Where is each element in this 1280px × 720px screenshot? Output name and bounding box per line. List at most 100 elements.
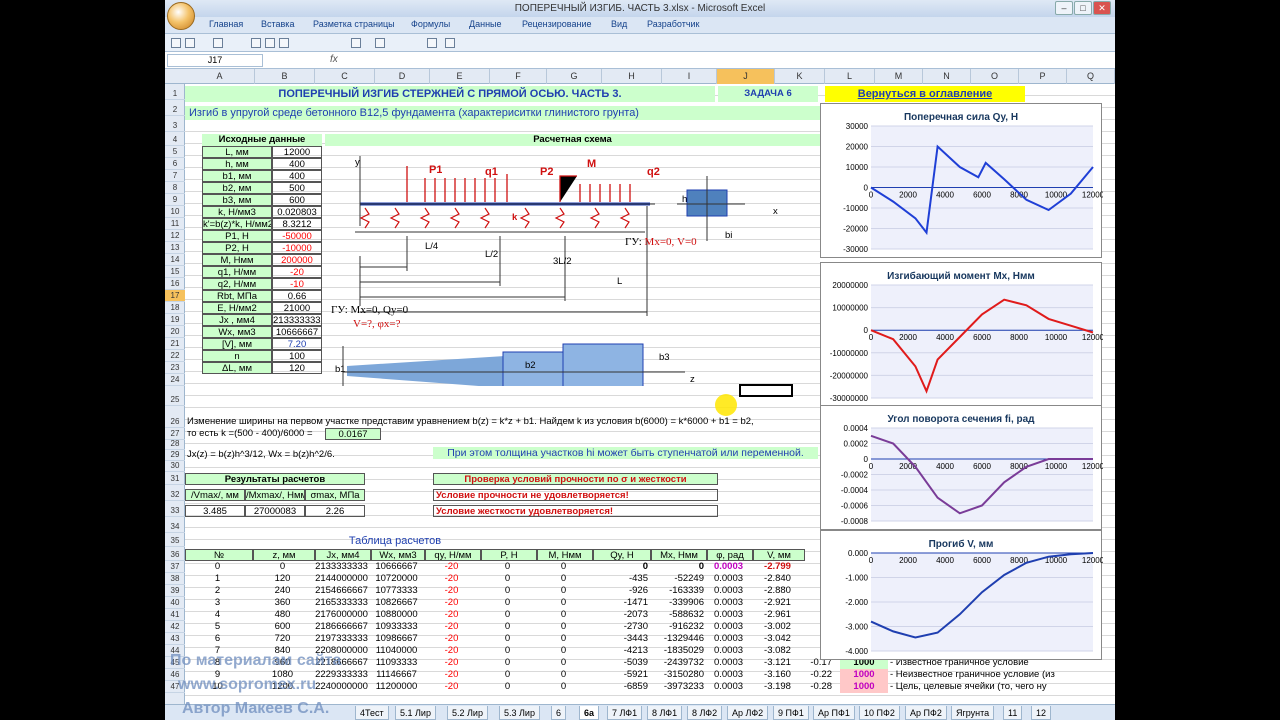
name-box[interactable]: J17 — [167, 54, 263, 67]
tab-Ар-ЛФ2[interactable]: Ар ЛФ2 — [727, 706, 769, 720]
tab-view[interactable]: Вид — [611, 19, 627, 29]
row-header-15[interactable]: 15 — [165, 266, 185, 278]
close-button[interactable]: ✕ — [1093, 1, 1111, 15]
column-header-m[interactable]: M — [875, 69, 923, 84]
input-value[interactable]: -20 — [272, 266, 322, 278]
table-icon[interactable] — [279, 38, 289, 48]
maximize-button[interactable]: □ — [1074, 1, 1092, 15]
row-header-9[interactable]: 9 — [165, 194, 185, 206]
column-header-k[interactable]: K — [775, 69, 825, 84]
tab-Ягрунта[interactable]: Ягрунта — [951, 706, 995, 720]
grid-icon[interactable] — [265, 38, 275, 48]
row-header-23[interactable]: 23 — [165, 362, 185, 374]
tab-formulas[interactable]: Формулы — [411, 19, 450, 29]
column-header-h[interactable]: H — [602, 69, 662, 84]
undo-icon[interactable] — [185, 38, 195, 48]
image-icon[interactable] — [351, 38, 361, 48]
row-header-11[interactable]: 11 — [165, 218, 185, 230]
column-header-i[interactable]: I — [662, 69, 717, 84]
row-header-7[interactable]: 7 — [165, 170, 185, 182]
print-icon[interactable] — [427, 38, 437, 48]
input-value[interactable]: 10666667 — [272, 326, 322, 338]
tab-Ар-ПФ2[interactable]: Ар ПФ2 — [905, 706, 947, 720]
row-header-43[interactable]: 43 — [165, 633, 185, 645]
row-header-33[interactable]: 33 — [165, 505, 185, 517]
tab-5.1-Лир[interactable]: 5.1 Лир — [395, 706, 436, 720]
row-header-14[interactable]: 14 — [165, 254, 185, 266]
input-value[interactable]: 600 — [272, 194, 322, 206]
tab-6[interactable]: 6 — [551, 706, 567, 720]
fx-icon[interactable]: fx — [330, 54, 338, 65]
input-value[interactable]: 400 — [272, 158, 322, 170]
office-button-icon[interactable] — [167, 2, 195, 30]
input-value[interactable]: 8.3212 — [272, 218, 322, 230]
row-header-17[interactable]: 17 — [165, 290, 185, 302]
tab-4Тест[interactable]: 4Тест — [355, 706, 389, 720]
input-value[interactable]: 200000 — [272, 254, 322, 266]
row-header-22[interactable]: 22 — [165, 350, 185, 362]
row-header-26[interactable]: 26 — [165, 416, 185, 428]
tab-5.3-Лир[interactable]: 5.3 Лир — [499, 706, 540, 720]
tab-review[interactable]: Рецензирование — [522, 19, 592, 29]
tab-home[interactable]: Главная — [209, 19, 243, 29]
row-header-24[interactable]: 24 — [165, 374, 185, 386]
row-header-3[interactable]: 3 — [165, 120, 185, 132]
row-header-20[interactable]: 20 — [165, 326, 185, 338]
shapes-icon[interactable] — [375, 38, 385, 48]
selected-cell[interactable] — [739, 384, 793, 397]
row-header-30[interactable]: 30 — [165, 460, 185, 472]
column-header-o[interactable]: O — [971, 69, 1019, 84]
tab-Ар-ПФ1[interactable]: Ар ПФ1 — [813, 706, 855, 720]
row-header-1[interactable]: 1 — [165, 88, 185, 100]
row-header-41[interactable]: 41 — [165, 609, 185, 621]
brush-icon[interactable] — [445, 38, 455, 48]
tab-developer[interactable]: Разработчик — [647, 19, 699, 29]
tab-8-ЛФ1[interactable]: 8 ЛФ1 — [647, 706, 683, 720]
tab-insert[interactable]: Вставка — [261, 19, 294, 29]
row-header-25[interactable]: 25 — [165, 394, 185, 406]
redo-icon[interactable] — [213, 38, 223, 48]
column-header-e[interactable]: E — [430, 69, 490, 84]
row-header-2[interactable]: 2 — [165, 104, 185, 116]
input-value[interactable]: 500 — [272, 182, 322, 194]
row-header-19[interactable]: 19 — [165, 314, 185, 326]
row-header-13[interactable]: 13 — [165, 242, 185, 254]
column-header-l[interactable]: L — [825, 69, 875, 84]
tab-page-layout[interactable]: Разметка страницы — [313, 19, 395, 29]
row-header-12[interactable]: 12 — [165, 230, 185, 242]
column-header-p[interactable]: P — [1019, 69, 1067, 84]
column-header-a[interactable]: A — [185, 69, 255, 84]
column-header-g[interactable]: G — [547, 69, 602, 84]
column-header-d[interactable]: D — [375, 69, 430, 84]
row-header-42[interactable]: 42 — [165, 621, 185, 633]
row-header-36[interactable]: 36 — [165, 549, 185, 561]
input-value[interactable]: 100 — [272, 350, 322, 362]
input-value[interactable]: 2133333333 — [272, 314, 322, 326]
row-header-37[interactable]: 37 — [165, 561, 185, 573]
minimize-button[interactable]: – — [1055, 1, 1073, 15]
column-header-c[interactable]: C — [315, 69, 375, 84]
row-header-40[interactable]: 40 — [165, 597, 185, 609]
row-header-21[interactable]: 21 — [165, 338, 185, 350]
tab-7-ЛФ1[interactable]: 7 ЛФ1 — [607, 706, 643, 720]
row-header-39[interactable]: 39 — [165, 585, 185, 597]
row-header-6[interactable]: 6 — [165, 158, 185, 170]
input-value[interactable]: 120 — [272, 362, 322, 374]
input-value[interactable]: 0.66 — [272, 290, 322, 302]
input-value[interactable]: 7.20 — [272, 338, 322, 350]
tab-12[interactable]: 12 — [1031, 706, 1052, 720]
row-header-5[interactable]: 5 — [165, 146, 185, 158]
row-header-34[interactable]: 34 — [165, 521, 185, 533]
column-header-f[interactable]: F — [490, 69, 547, 84]
tab-5.2-Лир[interactable]: 5.2 Лир — [447, 706, 488, 720]
input-value[interactable]: -10000 — [272, 242, 322, 254]
row-header-16[interactable]: 16 — [165, 278, 185, 290]
input-value[interactable]: 21000 — [272, 302, 322, 314]
tab-9-ПФ1[interactable]: 9 ПФ1 — [773, 706, 809, 720]
column-header-n[interactable]: N — [923, 69, 971, 84]
input-value[interactable]: 12000 — [272, 146, 322, 158]
row-header-10[interactable]: 10 — [165, 206, 185, 218]
tab-8-ЛФ2[interactable]: 8 ЛФ2 — [687, 706, 723, 720]
row-header-8[interactable]: 8 — [165, 182, 185, 194]
borders-icon[interactable] — [251, 38, 261, 48]
